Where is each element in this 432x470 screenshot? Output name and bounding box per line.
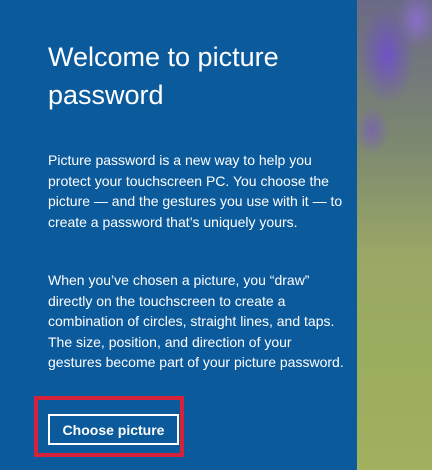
intro-paragraph: Picture password is a new way to help yo… — [48, 152, 343, 230]
instructions-paragraph: When you’ve chosen a picture, you “draw”… — [48, 272, 344, 370]
picture-password-screen: Welcome to picture password Picture pass… — [0, 0, 432, 470]
background-picture — [357, 0, 432, 470]
intro-panel: Welcome to picture password Picture pass… — [0, 0, 357, 470]
page-title: Welcome to picture password — [48, 42, 279, 110]
choose-picture-button[interactable]: Choose picture — [48, 414, 179, 445]
